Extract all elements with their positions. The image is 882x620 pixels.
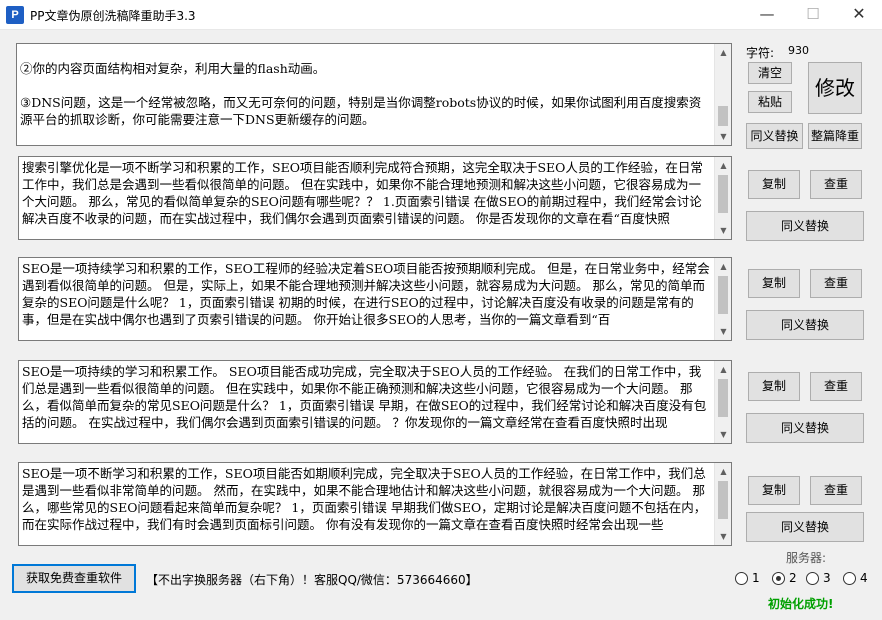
server-label: 服务器: (786, 551, 827, 565)
result-text-3[interactable]: SEO是一项持续的学习和积累工作。 SEO项目能否成功完成，完全取决于SEO人员… (19, 361, 714, 443)
server-radio-label-2: 2 (789, 571, 797, 585)
scroll-thumb[interactable] (718, 175, 728, 213)
server-radio-4[interactable] (843, 572, 856, 585)
synonym-button-1[interactable]: 同义替换 (746, 211, 864, 241)
scroll-thumb[interactable] (718, 379, 728, 417)
window-title: PP文章伪原创洗稿降重助手3.3 (30, 9, 196, 23)
result-text-4[interactable]: SEO是一项不断学习和积累的工作，SEO项目能否如期顺利完成，完全取决于SEO人… (19, 463, 714, 545)
synonym-button-2[interactable]: 同义替换 (746, 310, 864, 340)
app-logo-icon: P (6, 6, 24, 24)
modify-button[interactable]: 修改 (808, 62, 862, 114)
check-button-1[interactable]: 查重 (810, 170, 862, 199)
scroll-thumb[interactable] (718, 481, 728, 519)
copy-button-2[interactable]: 复制 (748, 269, 800, 298)
result-scrollbar-2[interactable]: ▲ ▼ (714, 258, 731, 340)
synonym-replace-button[interactable]: 同义替换 (746, 123, 803, 149)
synonym-button-4[interactable]: 同义替换 (746, 512, 864, 542)
result-text-area-4[interactable]: SEO是一项不断学习和积累的工作，SEO项目能否如期顺利完成，完全取决于SEO人… (18, 462, 732, 546)
result-scrollbar-1[interactable]: ▲ ▼ (714, 157, 731, 239)
clear-button[interactable]: 清空 (748, 62, 792, 84)
scroll-down-arrow-icon[interactable]: ▼ (715, 222, 731, 239)
result-text-area-3[interactable]: SEO是一项持续的学习和积累工作。 SEO项目能否成功完成，完全取决于SEO人员… (18, 360, 732, 444)
scroll-up-arrow-icon[interactable]: ▲ (715, 463, 731, 480)
title-bar: P PP文章伪原创洗稿降重助手3.3 — ☐ ✕ (0, 0, 882, 30)
scroll-thumb[interactable] (718, 276, 728, 314)
scroll-up-arrow-icon[interactable]: ▲ (715, 258, 731, 275)
scroll-down-arrow-icon[interactable]: ▼ (715, 323, 731, 340)
close-button[interactable]: ✕ (836, 0, 882, 30)
result-text-area-2[interactable]: SEO是一项持续学习和积累的工作，SEO工程师的经验决定着SEO项目能否按预期顺… (18, 257, 732, 341)
char-count-value: 930 (788, 44, 809, 57)
check-button-4[interactable]: 查重 (810, 476, 862, 505)
result-text-1[interactable]: 搜索引擎优化是一项不断学习和积累的工作，SEO项目能否顺利完成符合预期，这完全取… (19, 157, 714, 239)
synonym-button-3[interactable]: 同义替换 (746, 413, 864, 443)
server-radio-1[interactable] (735, 572, 748, 585)
copy-button-3[interactable]: 复制 (748, 372, 800, 401)
server-radio-2[interactable] (772, 572, 785, 585)
char-count-label: 字符: (746, 46, 775, 60)
check-button-2[interactable]: 查重 (810, 269, 862, 298)
service-notice: 【不出字换服务器（右下角）！客服QQ/微信：573664660】 (146, 573, 478, 587)
server-radio-label-4: 4 (860, 571, 868, 585)
minimize-button[interactable]: — (744, 0, 790, 30)
scroll-down-arrow-icon[interactable]: ▼ (715, 426, 731, 443)
paste-button[interactable]: 粘贴 (748, 91, 792, 113)
result-scrollbar-4[interactable]: ▲ ▼ (714, 463, 731, 545)
result-text-area-1[interactable]: 搜索引擎优化是一项不断学习和积累的工作，SEO项目能否顺利完成符合预期，这完全取… (18, 156, 732, 240)
main-text-content[interactable]: ②你的内容页面结构相对复杂，利用大量的flash动画。 ③DNS问题，这是一个经… (17, 44, 714, 145)
copy-button-1[interactable]: 复制 (748, 170, 800, 199)
main-text-scrollbar[interactable]: ▲ ▼ (714, 44, 731, 145)
copy-button-4[interactable]: 复制 (748, 476, 800, 505)
scroll-up-arrow-icon[interactable]: ▲ (715, 361, 731, 378)
whole-reduce-button[interactable]: 整篇降重 (808, 123, 862, 149)
server-radio-3[interactable] (806, 572, 819, 585)
get-free-check-software-button[interactable]: 获取免费查重软件 (12, 564, 136, 593)
scroll-up-arrow-icon[interactable]: ▲ (715, 157, 731, 174)
scroll-up-arrow-icon[interactable]: ▲ (715, 44, 731, 61)
server-radio-label-1: 1 (752, 571, 760, 585)
scroll-down-arrow-icon[interactable]: ▼ (715, 128, 731, 145)
scroll-thumb[interactable] (718, 106, 728, 126)
status-message: 初始化成功! (768, 597, 834, 611)
server-radio-label-3: 3 (823, 571, 831, 585)
result-scrollbar-3[interactable]: ▲ ▼ (714, 361, 731, 443)
check-button-3[interactable]: 查重 (810, 372, 862, 401)
scroll-down-arrow-icon[interactable]: ▼ (715, 528, 731, 545)
maximize-button[interactable]: ☐ (790, 0, 836, 30)
main-text-area[interactable]: ②你的内容页面结构相对复杂，利用大量的flash动画。 ③DNS问题，这是一个经… (16, 43, 732, 146)
result-text-2[interactable]: SEO是一项持续学习和积累的工作，SEO工程师的经验决定着SEO项目能否按预期顺… (19, 258, 714, 340)
